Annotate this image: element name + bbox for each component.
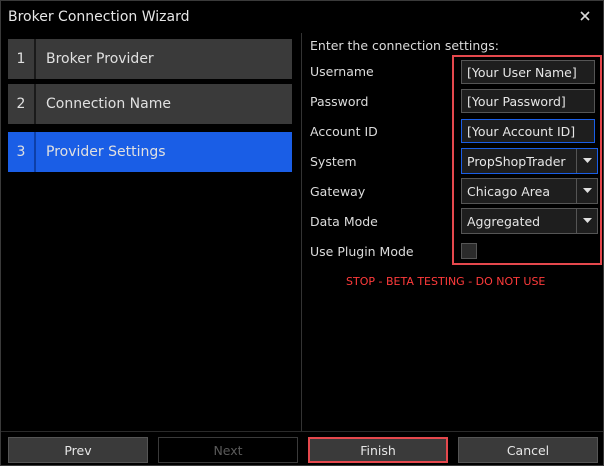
settings-panel: Enter the connection settings: Username …: [302, 33, 603, 431]
system-label: System: [310, 154, 357, 169]
plugin-mode-label: Use Plugin Mode: [310, 244, 414, 259]
footer-divider: [1, 431, 603, 432]
password-field[interactable]: [Your Password]: [461, 89, 595, 113]
gateway-select-value: Chicago Area: [467, 183, 550, 199]
data-mode-select-value: Aggregated: [467, 213, 541, 229]
settings-heading: Enter the connection settings:: [310, 38, 499, 53]
username-label: Username: [310, 64, 374, 79]
beta-warning: STOP - BETA TESTING - DO NOT USE: [346, 275, 546, 288]
step-connection-name[interactable]: 2 Connection Name: [8, 84, 292, 124]
step-number: 3: [8, 132, 36, 172]
plugin-mode-checkbox[interactable]: [461, 243, 477, 259]
password-label: Password: [310, 94, 369, 109]
gateway-label: Gateway: [310, 184, 366, 199]
gateway-select[interactable]: Chicago Area: [461, 178, 598, 204]
step-broker-provider[interactable]: 1 Broker Provider: [8, 39, 292, 79]
system-select-value: PropShopTrader: [467, 153, 566, 169]
chevron-down-icon[interactable]: [576, 179, 597, 203]
data-mode-label: Data Mode: [310, 214, 378, 229]
close-icon[interactable]: [576, 7, 594, 25]
finish-button[interactable]: Finish: [308, 437, 448, 463]
step-label: Connection Name: [46, 96, 171, 112]
cancel-button[interactable]: Cancel: [458, 437, 598, 463]
chevron-down-icon[interactable]: [576, 149, 597, 173]
step-label: Provider Settings: [46, 144, 166, 160]
title-bar: Broker Connection Wizard: [1, 1, 603, 33]
window-title: Broker Connection Wizard: [8, 9, 190, 25]
next-button[interactable]: Next: [158, 437, 298, 463]
chevron-down-icon[interactable]: [576, 209, 597, 233]
wizard-window: Broker Connection Wizard 1 Broker Provid…: [0, 0, 604, 466]
step-provider-settings[interactable]: 3 Provider Settings: [8, 132, 292, 172]
prev-button[interactable]: Prev: [8, 437, 148, 463]
account-id-field[interactable]: [Your Account ID]: [461, 119, 595, 143]
step-number: 1: [8, 39, 36, 79]
username-field[interactable]: [Your User Name]: [461, 60, 595, 84]
step-label: Broker Provider: [46, 51, 154, 67]
system-select[interactable]: PropShopTrader: [461, 148, 598, 174]
account-id-label: Account ID: [310, 124, 378, 139]
data-mode-select[interactable]: Aggregated: [461, 208, 598, 234]
steps-panel: 1 Broker Provider 2 Connection Name 3 Pr…: [1, 33, 300, 431]
step-number: 2: [8, 84, 36, 124]
